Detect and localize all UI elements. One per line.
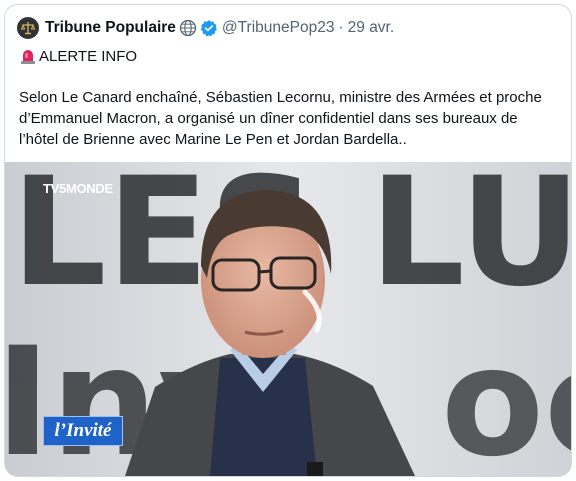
tv5monde-logo: TV5MONDE [43, 181, 113, 196]
linvite-lower-third: l’Invité [43, 416, 123, 446]
tweet-date[interactable]: 29 avr. [348, 19, 395, 37]
verified-badge-icon[interactable] [200, 19, 218, 37]
separator-dot: · [338, 19, 344, 36]
globe-icon [179, 19, 197, 37]
user-handle[interactable]: @TribunePop23 [222, 19, 335, 37]
display-name[interactable]: Tribune Populaire [45, 19, 176, 37]
tweet-text: Selon Le Canard enchaîné, Sébastien Leco… [19, 89, 542, 148]
svg-text:oc: oc [441, 316, 571, 476]
alert-label: ALERTE INFO [39, 47, 138, 65]
scales-of-justice-icon [20, 22, 36, 35]
avatar[interactable] [17, 17, 39, 39]
tweet-media-image[interactable]: LES LU Inv oc TV5MONDE [5, 162, 571, 476]
tweet-header: Tribune Populaire @TribunePop23 · 29 avr… [17, 16, 394, 40]
alert-line: ALERTE INFO [19, 47, 137, 65]
rotating-light-icon [19, 47, 37, 65]
tweet-card[interactable]: Tribune Populaire @TribunePop23 · 29 avr… [4, 4, 572, 477]
